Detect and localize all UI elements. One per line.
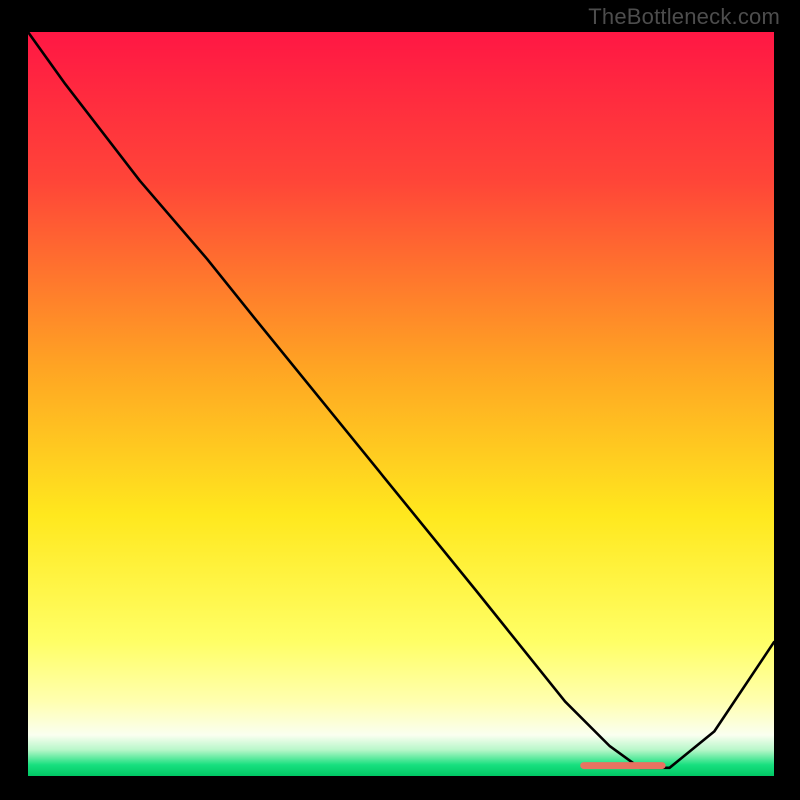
plot-area <box>28 32 774 776</box>
gradient-background <box>28 32 774 776</box>
bottleneck-chart <box>28 32 774 776</box>
watermark-text: TheBottleneck.com <box>588 4 780 30</box>
chart-frame: TheBottleneck.com <box>0 0 800 800</box>
